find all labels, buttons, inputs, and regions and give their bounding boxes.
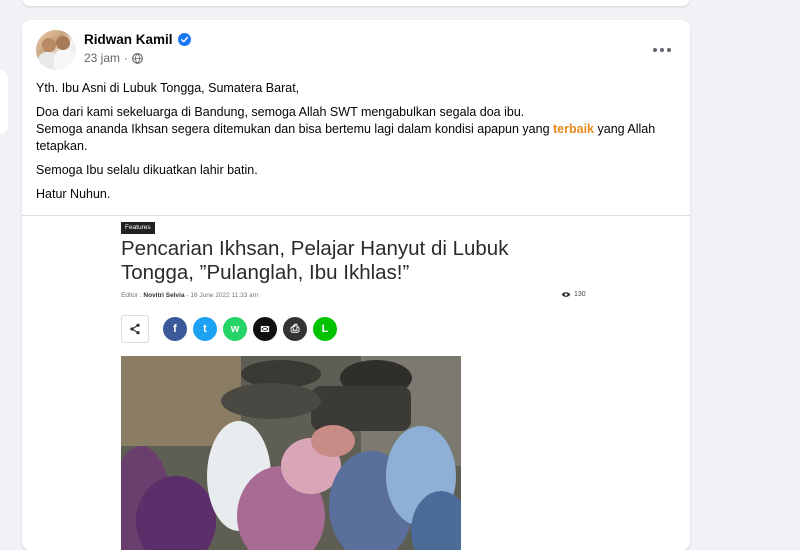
facebook-icon: f <box>173 323 177 335</box>
eye-icon <box>561 292 571 297</box>
article-photo <box>121 356 461 550</box>
more-options-icon[interactable] <box>648 36 676 64</box>
line-icon: L <box>321 323 329 335</box>
previous-post-card <box>22 0 690 6</box>
post-header: Ridwan Kamil 23 jam · <box>22 20 690 80</box>
post-line: Semoga ananda Ikhsan segera ditemukan da… <box>36 121 676 155</box>
article-date: - 16 June 2022 11:33 am <box>186 292 259 299</box>
post-line: Semoga Ibu selalu dikuatkan lahir batin. <box>36 163 258 177</box>
whatsapp-share-button[interactable]: w <box>223 317 247 341</box>
article-screenshot[interactable]: Features Pencarian Ikhsan, Pelajar Hanyu… <box>22 216 690 550</box>
facebook-share-button[interactable]: f <box>163 317 187 341</box>
twitter-share-button[interactable]: t <box>193 317 217 341</box>
post-line: Yth. Ibu Asni di Lubuk Tongga, Sumatera … <box>36 81 300 95</box>
email-icon: ✉ <box>260 323 270 336</box>
author-name[interactable]: Ridwan Kamil <box>84 32 173 47</box>
twitter-icon: t <box>203 323 207 335</box>
article-category-tag: Features <box>121 222 155 234</box>
post-meta: 23 jam · <box>84 51 143 65</box>
post-line-text: Doa dari kami sekeluarga di Bandung, sem… <box>36 105 525 119</box>
view-count: 130 <box>574 291 586 298</box>
editor-name: Novitri Selvia <box>143 292 185 299</box>
article-views: 130 <box>561 291 586 298</box>
author-avatar[interactable] <box>36 30 76 70</box>
post-line: Doa dari kami sekeluarga di Bandung, sem… <box>36 104 676 121</box>
meta-separator: · <box>124 51 129 65</box>
article-byline: Editor : Novitri Selvia - 16 June 2022 1… <box>121 292 258 299</box>
left-sidebar-card <box>0 70 8 134</box>
author-row: Ridwan Kamil <box>84 32 191 47</box>
share-icon[interactable] <box>121 315 149 343</box>
facebook-post: Ridwan Kamil 23 jam · Yth. Ibu Asni di L… <box>22 20 690 550</box>
post-line: Hatur Nuhun. <box>36 187 111 201</box>
email-share-button[interactable]: ✉ <box>253 317 277 341</box>
share-bar: f t w ✉ ⎙ L <box>121 315 343 343</box>
print-icon: ⎙ <box>290 322 300 335</box>
verified-badge-icon <box>177 33 191 46</box>
post-line-text: Semoga ananda Ikhsan segera ditemukan da… <box>36 122 554 136</box>
post-body: Yth. Ibu Asni di Lubuk Tongga, Sumatera … <box>22 80 690 203</box>
editor-label: Editor : <box>121 292 142 299</box>
post-timestamp[interactable]: 23 jam <box>84 51 120 65</box>
article-title: Pencarian Ikhsan, Pelajar Hanyut di Lubu… <box>121 237 509 284</box>
globe-icon <box>132 52 143 64</box>
line-share-button[interactable]: L <box>313 317 337 341</box>
print-button[interactable]: ⎙ <box>283 317 307 341</box>
whatsapp-icon: w <box>230 323 240 335</box>
highlighted-word: terbaik <box>553 122 595 136</box>
